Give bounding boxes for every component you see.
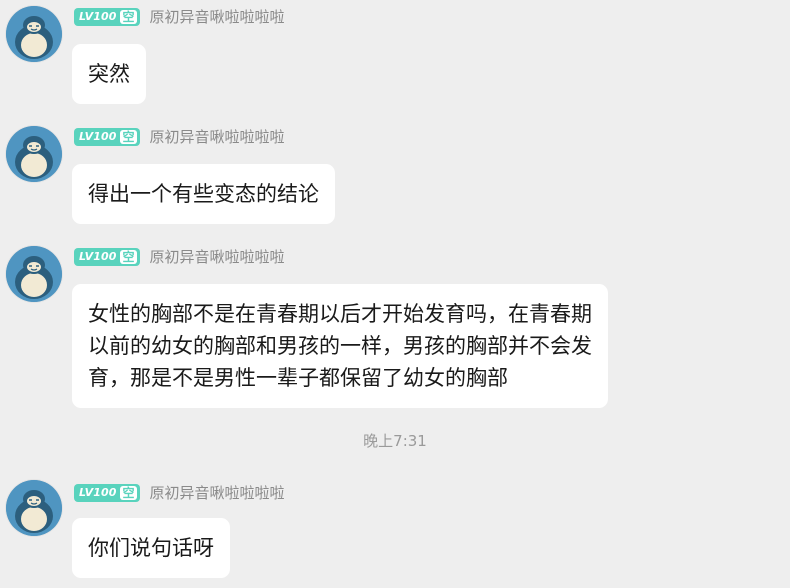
message-bubble[interactable]: 得出一个有些变态的结论 bbox=[72, 164, 335, 224]
level-badge: LV100 空 bbox=[74, 484, 140, 502]
message-bubble[interactable]: 你们说句话呀 bbox=[72, 518, 230, 578]
level-text: LV100 bbox=[79, 486, 117, 499]
level-badge: LV100 空 bbox=[74, 128, 140, 146]
avatar[interactable] bbox=[6, 6, 62, 62]
avatar[interactable] bbox=[6, 126, 62, 182]
sender-nickname[interactable]: 原初异音啾啦啦啦啦 bbox=[150, 246, 285, 268]
sender-nickname[interactable]: 原初异音啾啦啦啦啦 bbox=[150, 6, 285, 28]
message-line: 育，那是不是男性一辈子都保留了幼女的胸部 bbox=[88, 366, 508, 390]
timestamp: 晚上7:31 bbox=[363, 432, 427, 450]
level-suffix: 空 bbox=[120, 250, 137, 264]
message-line: 突然 bbox=[88, 62, 130, 86]
sender-nickname[interactable]: 原初异音啾啦啦啦啦 bbox=[150, 126, 285, 148]
message-line: 得出一个有些变态的结论 bbox=[88, 182, 319, 206]
message-bubble[interactable]: 突然 bbox=[72, 44, 146, 104]
level-badge: LV100 空 bbox=[74, 8, 140, 26]
level-suffix: 空 bbox=[120, 10, 137, 24]
snorlax-avatar-icon bbox=[6, 6, 62, 62]
level-badge: LV100 空 bbox=[74, 248, 140, 266]
message-line: 女性的胸部不是在青春期以后才开始发育吗，在青春期 bbox=[88, 302, 592, 326]
avatar[interactable] bbox=[6, 480, 62, 536]
snorlax-avatar-icon bbox=[6, 246, 62, 302]
avatar[interactable] bbox=[6, 246, 62, 302]
message-line: 你们说句话呀 bbox=[88, 536, 214, 560]
level-suffix: 空 bbox=[120, 486, 137, 500]
level-text: LV100 bbox=[79, 130, 117, 143]
sender-nickname[interactable]: 原初异音啾啦啦啦啦 bbox=[150, 482, 285, 504]
snorlax-avatar-icon bbox=[6, 126, 62, 182]
message-line: 以前的幼女的胸部和男孩的一样，男孩的胸部并不会发 bbox=[88, 334, 592, 358]
level-text: LV100 bbox=[79, 10, 117, 23]
level-text: LV100 bbox=[79, 250, 117, 263]
snorlax-avatar-icon bbox=[6, 480, 62, 536]
message-bubble[interactable]: 女性的胸部不是在青春期以后才开始发育吗，在青春期 以前的幼女的胸部和男孩的一样，… bbox=[72, 284, 608, 408]
level-suffix: 空 bbox=[120, 130, 137, 144]
